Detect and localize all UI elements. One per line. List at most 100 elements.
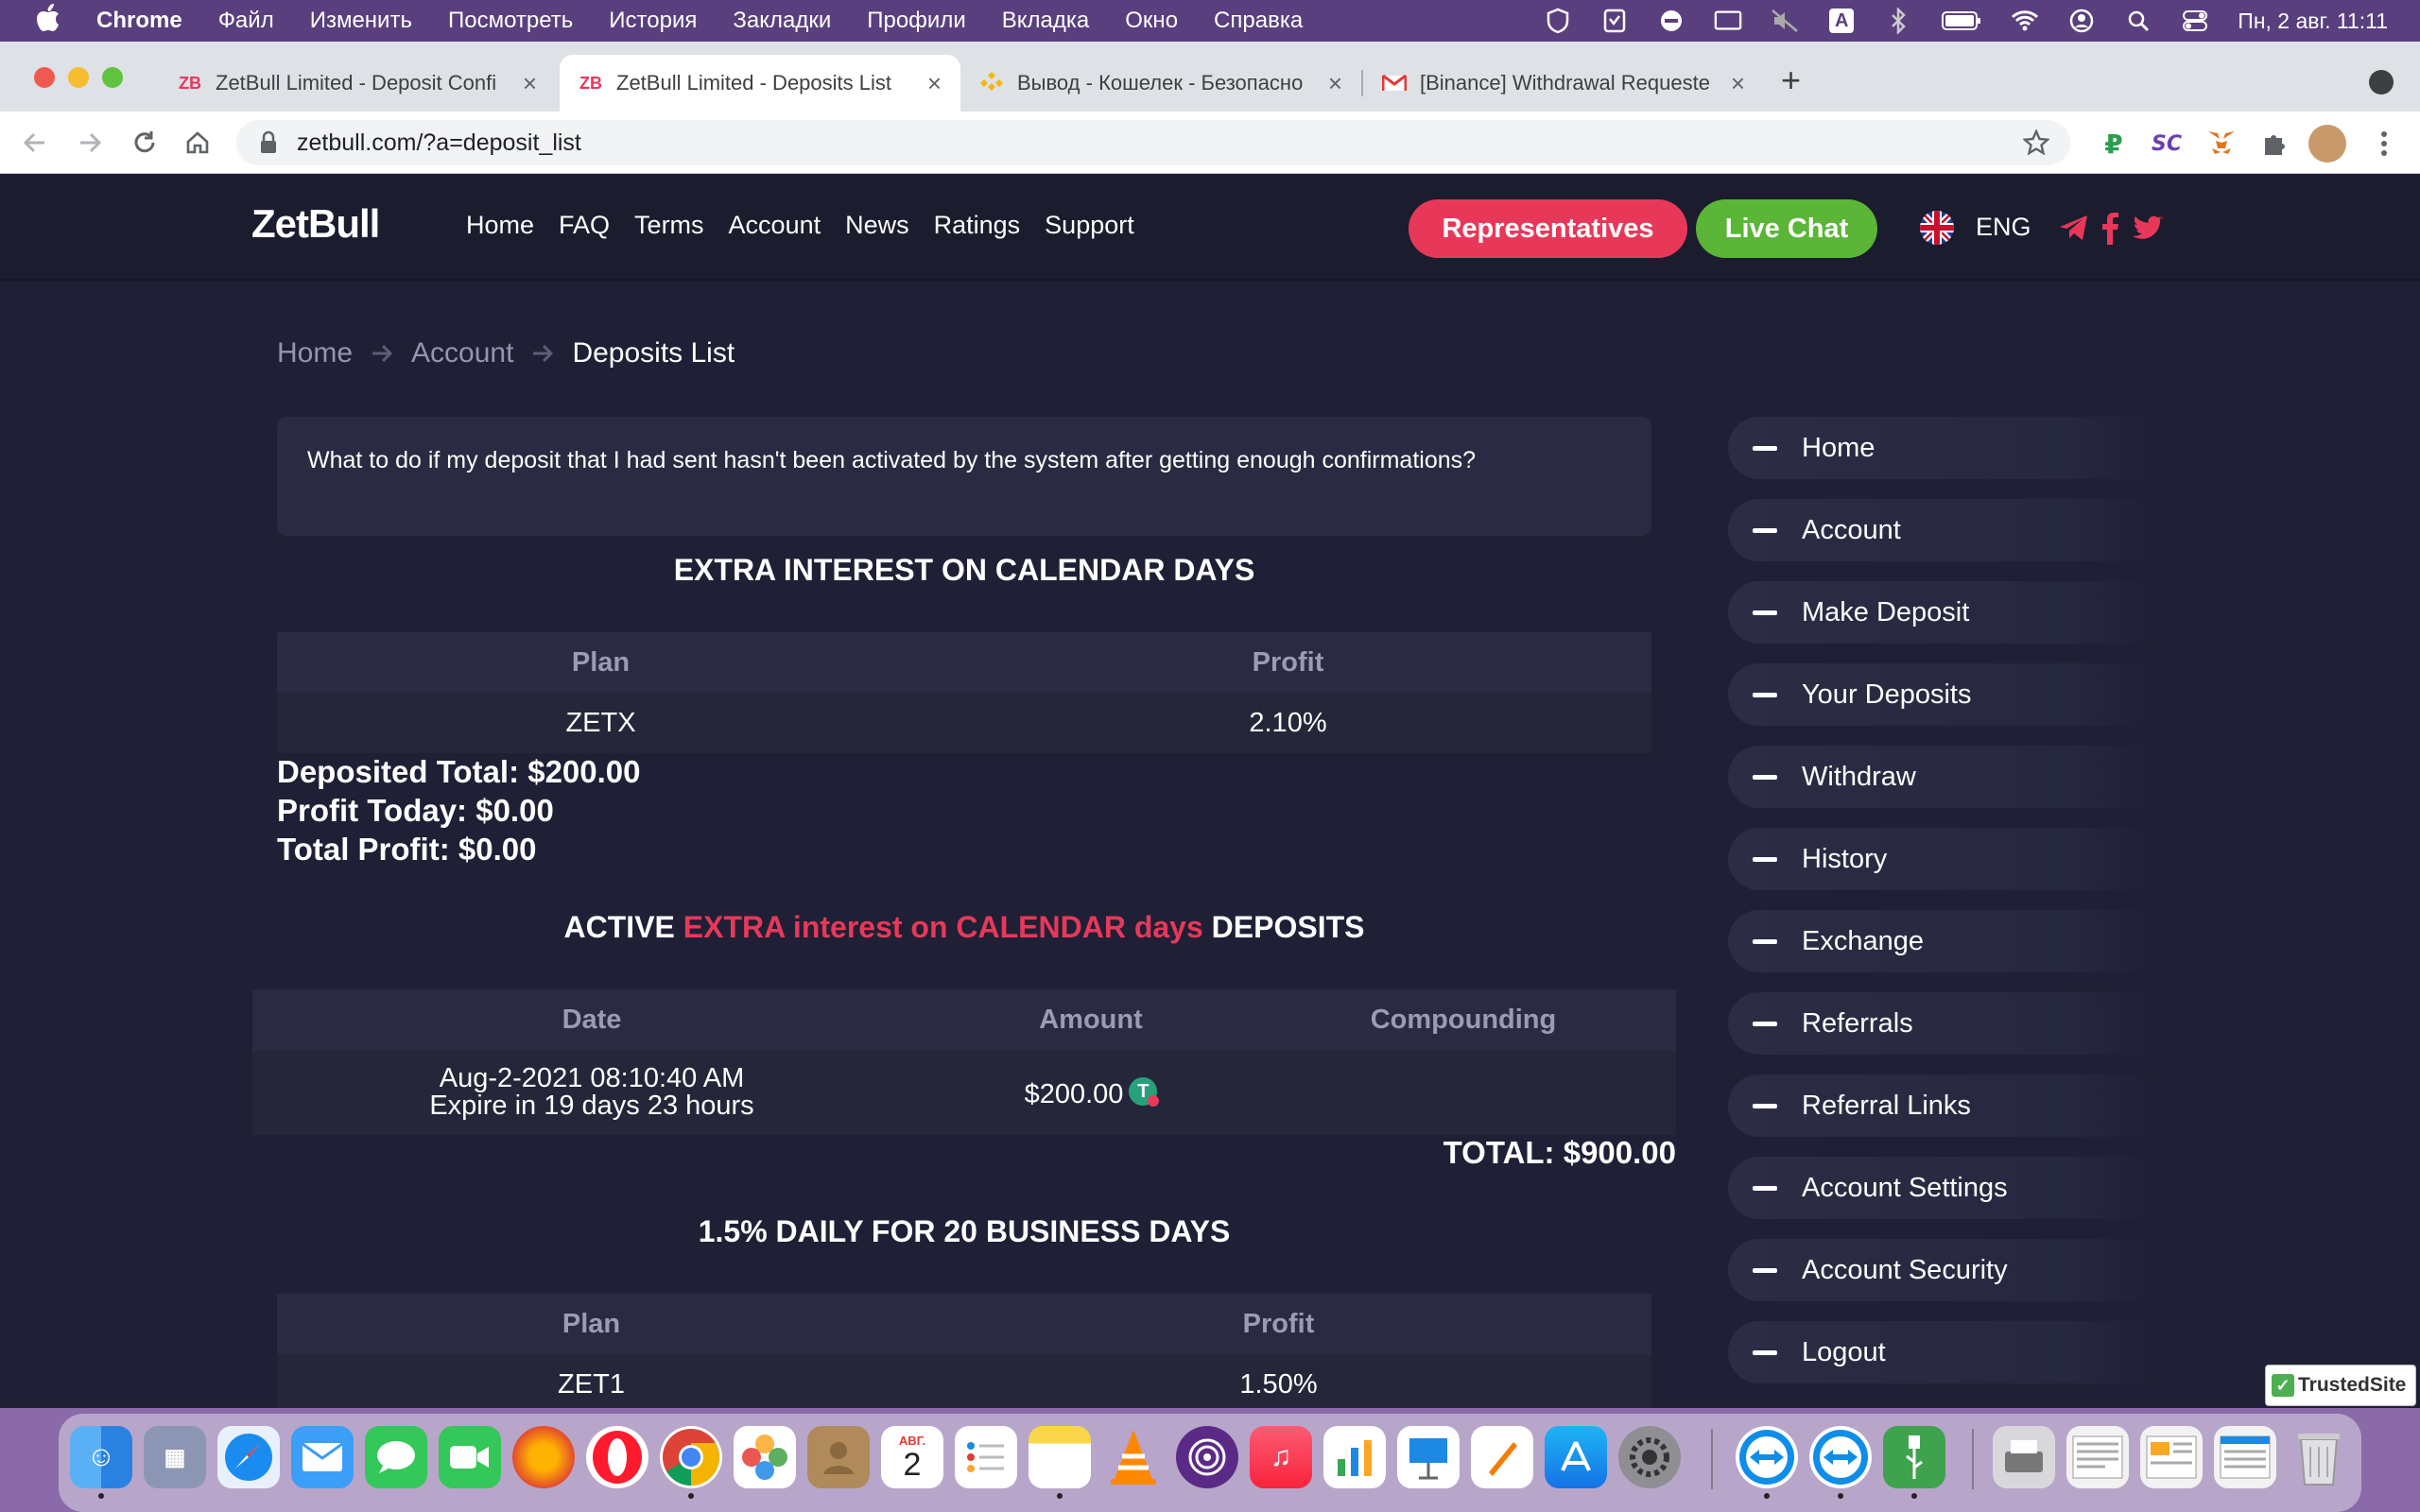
keynote-icon[interactable] [1397,1426,1460,1488]
apple-menu-icon[interactable] [36,3,64,39]
twitter-icon[interactable] [2131,211,2165,245]
window-zoom-button[interactable] [102,67,123,88]
language-selector[interactable]: ENG [1976,213,2031,242]
photos-icon[interactable] [734,1426,796,1488]
nav-ratings[interactable]: Ratings [934,211,1021,240]
site-logo[interactable]: ZetBull [251,201,380,247]
uk-flag-icon[interactable] [1920,211,1954,245]
calendar-icon[interactable]: АВГ. 2 [881,1426,943,1488]
tab-close-icon[interactable]: × [523,69,537,98]
teamviewer-icon[interactable] [1736,1426,1798,1488]
mute-icon[interactable] [1771,7,1799,35]
nav-news[interactable]: News [845,211,909,240]
input-source-icon[interactable]: A [1827,7,1856,35]
reload-icon[interactable] [127,125,163,161]
tor-icon[interactable] [1176,1426,1238,1488]
menu-bookmarks[interactable]: Закладки [733,8,831,34]
trusted-site-badge[interactable]: ✓ TrustedSite [2265,1365,2416,1406]
chrome-icon[interactable] [660,1426,722,1488]
tab-close-icon[interactable]: × [927,69,942,98]
menubar-clock[interactable]: Пн, 2 авг. 11:11 [2238,9,2388,34]
scanner-icon[interactable] [1993,1426,2055,1488]
menu-view[interactable]: Посмотреть [448,8,573,34]
back-icon[interactable] [17,125,53,161]
music-icon[interactable]: ♫ [1250,1426,1312,1488]
live-chat-button[interactable]: Live Chat [1696,199,1877,258]
puzzle-icon[interactable] [2256,125,2293,163]
telegram-icon[interactable] [2057,211,2091,245]
menu-tab[interactable]: Вкладка [1002,8,1090,34]
sidebar-item-account[interactable]: Account [1728,499,2157,561]
contacts-icon[interactable] [807,1426,870,1488]
usb-utility-icon[interactable] [1883,1426,1945,1488]
sidebar-item-account-security[interactable]: Account Security [1728,1239,2157,1301]
document-thumbnail[interactable] [2140,1426,2203,1488]
safari-icon[interactable] [217,1426,280,1488]
document-thumbnail[interactable] [2214,1426,2276,1488]
teamviewer-qs-icon[interactable] [1809,1426,1872,1488]
tab-gmail-binance[interactable]: [Binance] Withdrawal Requeste × [1363,55,1764,112]
opera-icon[interactable] [586,1426,648,1488]
ruble-icon[interactable]: ₽ [2095,125,2133,163]
forward-icon[interactable] [72,125,108,161]
sidebar-item-logout[interactable]: Logout [1728,1321,2157,1383]
control-center-icon[interactable] [2181,7,2209,35]
no-entry-icon[interactable] [1657,7,1685,35]
nav-home[interactable]: Home [466,211,534,240]
menu-app-name[interactable]: Chrome [96,8,182,34]
sc-icon[interactable]: SC [2148,125,2186,163]
menu-file[interactable]: Файл [218,8,274,34]
nav-terms[interactable]: Terms [634,211,704,240]
launchpad-icon[interactable]: ▦ [144,1426,206,1488]
menu-edit[interactable]: Изменить [310,8,412,34]
window-close-button[interactable] [34,67,55,88]
menu-history[interactable]: История [609,8,697,34]
display-icon[interactable] [1714,7,1742,35]
tab-close-icon[interactable]: × [1731,69,1745,98]
nav-faq[interactable]: FAQ [559,211,610,240]
app-store-icon[interactable] [1545,1426,1607,1488]
home-icon[interactable] [180,125,216,161]
sidebar-item-account-settings[interactable]: Account Settings [1728,1157,2157,1219]
reminders-icon[interactable] [955,1426,1017,1488]
sidebar-item-your-deposits[interactable]: Your Deposits [1728,663,2157,726]
wifi-icon[interactable] [2011,7,2039,35]
sidebar-item-make-deposit[interactable]: Make Deposit [1728,581,2157,644]
address-bar[interactable]: zetbull.com/?a=deposit_list [236,120,2070,165]
sidebar-item-referral-links[interactable]: Referral Links [1728,1074,2157,1137]
pages-icon[interactable] [1471,1426,1533,1488]
shield-check-icon[interactable] [1600,7,1629,35]
breadcrumb-account[interactable]: Account [411,337,513,369]
new-tab-button[interactable]: + [1781,60,1801,100]
menu-profiles[interactable]: Профили [867,8,966,34]
profile-avatar[interactable] [2308,125,2346,163]
finder-icon[interactable]: ☺ [70,1426,132,1488]
tab-binance-withdraw[interactable]: Вывод - Кошелек - Безопасно × [960,55,1361,112]
tab-close-icon[interactable]: × [1328,69,1342,98]
tab-search-icon[interactable] [2369,70,2394,94]
document-thumbnail[interactable] [2066,1426,2129,1488]
numbers-icon[interactable] [1323,1426,1386,1488]
mail-icon[interactable] [291,1426,354,1488]
sidebar-item-withdraw[interactable]: Withdraw [1728,746,2157,808]
vpn-shield-icon[interactable] [1544,7,1572,35]
sidebar-item-exchange[interactable]: Exchange [1728,910,2157,972]
metamask-icon[interactable] [2203,125,2240,163]
trash-icon[interactable] [2288,1426,2350,1488]
menu-help[interactable]: Справка [1214,8,1303,34]
sidebar-item-referrals[interactable]: Referrals [1728,992,2157,1055]
vlc-icon[interactable] [1102,1426,1165,1488]
sidebar-item-home[interactable]: Home [1728,417,2157,479]
sidebar-item-history[interactable]: History [1728,828,2157,890]
tab-deposit-confirm[interactable]: ZB ZetBull Limited - Deposit Confi × [159,55,556,112]
spotlight-icon[interactable] [2124,7,2152,35]
breadcrumb-home[interactable]: Home [277,337,353,369]
bluetooth-icon[interactable] [1884,7,1912,35]
messages-icon[interactable] [365,1426,427,1488]
menu-dots-icon[interactable] [2365,125,2403,163]
bookmark-star-icon[interactable] [2023,129,2049,156]
notes-icon[interactable] [1028,1426,1091,1488]
representatives-button[interactable]: Representatives [1409,199,1687,258]
firefox-icon[interactable] [512,1426,575,1488]
menu-window[interactable]: Окно [1125,8,1178,34]
